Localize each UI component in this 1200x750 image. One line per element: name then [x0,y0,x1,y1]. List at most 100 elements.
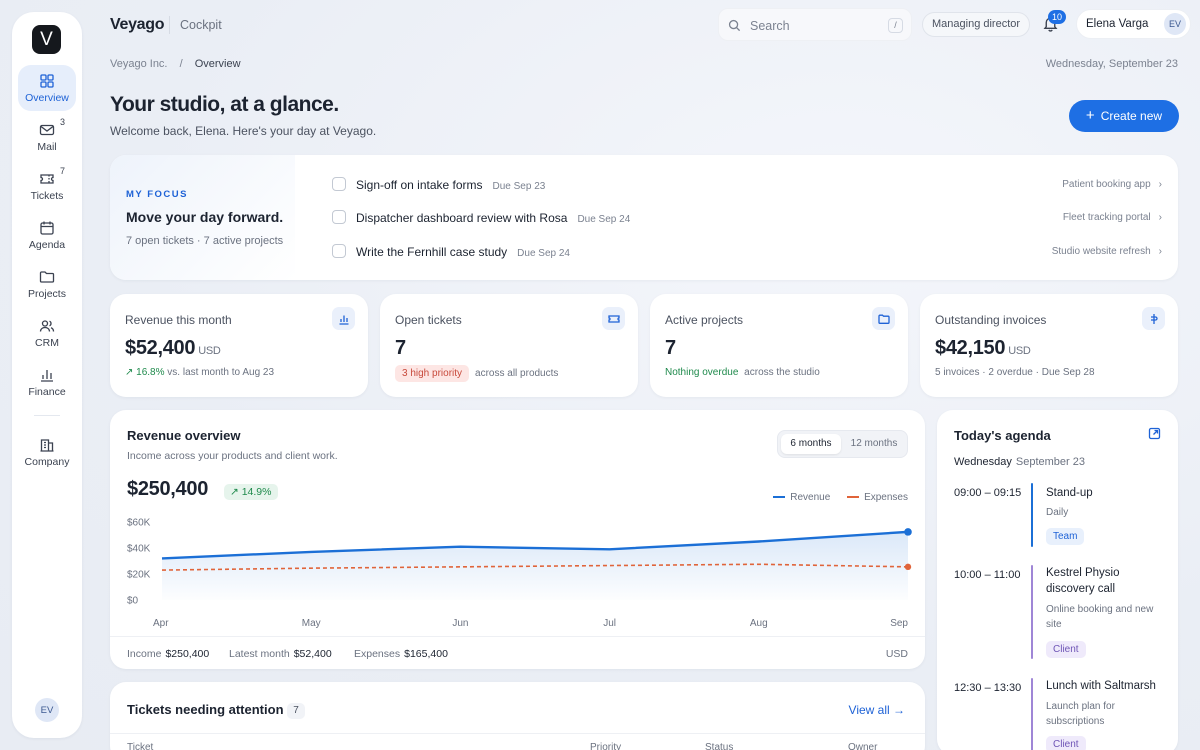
sidebar-item-label: Tickets [30,189,64,202]
task-project-link[interactable]: Fleet tracking portal › [1063,212,1162,223]
sidebar-item-tickets[interactable]: Tickets 7 [18,163,76,209]
legend-item-revenue: Revenue [773,492,830,503]
building-icon [40,438,54,452]
current-date: Wednesday, September 23 [1045,58,1178,70]
tickets-count-badge: 7 [60,166,66,176]
event-color-bar [1031,678,1033,750]
kpi-value: 7 [665,337,676,359]
money-icon [1142,307,1165,330]
focus-tag: MY FOCUS [126,189,188,200]
card-title: Revenue overview [127,428,241,443]
kpi-note: across all products [475,368,559,379]
summary-label: Latest month [229,648,290,660]
kpi-unit: USD [1008,345,1031,357]
role-switcher[interactable]: Managing director [922,12,1031,37]
task-project-link[interactable]: Patient booking app › [1062,179,1162,190]
revenue-total: $250,400 [127,478,209,500]
legend-item-expenses: Expenses [847,492,908,503]
summary-value: $165,400 [404,648,448,660]
event-description: Online booking and new site [1046,604,1154,630]
grid-icon [40,73,54,88]
column-header-owner[interactable]: Owner [848,742,877,750]
x-tick-label: Sep [890,618,908,629]
event-color-bar [1031,565,1033,659]
sidebar-item-crm[interactable]: CRM [18,310,76,356]
task-checkbox[interactable] [332,177,346,191]
search-input[interactable]: Search / [718,8,912,41]
kpi-label: Active projects [665,313,744,327]
revenue-end-point [904,528,912,536]
sidebar-item-agenda[interactable]: Agenda [18,212,76,258]
app-logo[interactable]: V [32,25,61,54]
calendar-icon [40,221,54,235]
summary-value: $250,400 [165,648,210,660]
event-name: Lunch with Saltmarsh [1046,680,1156,692]
task-checkbox[interactable] [332,244,346,258]
event-description: Launch plan for subscriptions [1046,701,1115,727]
users-icon [39,319,55,332]
task-title: Sign-off on intake forms [356,178,483,192]
task-due: Due Sep 24 [517,248,570,259]
user-name: Elena Varga [1086,18,1149,30]
revenue-summary: Income $250,400 Latest month $52,400 Expen… [110,636,925,669]
card-title: Tickets needing attention [127,702,284,717]
event-time: 12:30 – 13:30 [954,682,1022,694]
revenue-line-chart: $0 $20K $40K $60K Apr May Jun Jul Aug Sep [127,518,912,629]
kpi-value: 7 [395,337,406,359]
agenda-card: Today's agenda Wednesday September 23 09:… [937,410,1178,750]
kpi-card-open-tickets[interactable]: Open tickets 7 3 high priority across all… [380,294,638,397]
agenda-event[interactable]: 12:30 – 13:30 Lunch with Saltmarsh Launc… [954,678,1164,750]
column-header-priority[interactable]: Priority [590,742,621,750]
user-menu[interactable]: Elena Varga EV [1076,9,1191,39]
task-checkbox[interactable] [332,210,346,224]
range-6-months-button[interactable]: 6 months [781,434,841,454]
kpi-label: Open tickets [395,313,462,327]
view-all-link[interactable]: View all → [849,703,905,717]
kpi-label: Revenue this month [125,313,232,327]
task-title: Write the Fernhill case study [356,245,508,259]
section-name: Cockpit [180,18,222,32]
brand-name: Veyago [110,16,165,33]
y-tick-label: $20K [127,570,151,581]
search-placeholder: Search [750,19,790,33]
column-header-ticket[interactable]: Ticket [127,742,153,750]
sidebar-item-overview[interactable]: Overview [18,65,76,111]
sidebar-avatar[interactable]: EV [35,698,59,722]
chevron-right-icon: › [1158,179,1162,190]
sidebar-item-mail[interactable]: Mail 3 [18,114,76,160]
search-shortcut-key: / [888,18,903,33]
x-tick-label: Aug [750,618,768,629]
event-tag: Team [1046,528,1085,545]
kpi-card-outstanding-invoices[interactable]: Outstanding invoices $42,150 USD 5 invoic… [920,294,1178,397]
sidebar-item-finance[interactable]: Finance [18,359,76,405]
priority-badge: 3 high priority [395,365,470,382]
chevron-right-icon: › [1158,246,1162,257]
agenda-event[interactable]: 10:00 – 11:00 Kestrel Physio discovery c… [954,565,1164,661]
kpi-delta: ↗ 16.8% [125,367,165,378]
list-item[interactable]: Sign-off on intake forms Due Sep 23 Patie… [332,175,1162,195]
x-tick-label: May [302,618,321,629]
task-project-link[interactable]: Studio website refresh › [1052,246,1162,257]
chevron-right-icon: › [1158,212,1162,223]
column-header-status[interactable]: Status [705,742,733,750]
card-title: Today's agenda [954,428,1051,443]
list-item[interactable]: Dispatcher dashboard review with Rosa Due… [332,208,1162,228]
event-name: Stand-up [1046,487,1093,499]
create-new-button[interactable]: + Create new [1069,100,1179,132]
kpi-card-active-projects[interactable]: Active projects 7 Nothing overdue across… [650,294,908,397]
event-name: Kestrel Physio discovery call [1046,567,1120,595]
range-12-months-button[interactable]: 12 months [844,434,904,454]
focus-card: MY FOCUS Move your day forward. 7 open t… [110,155,1178,280]
breadcrumb-separator: / [179,58,183,70]
sidebar-item-company[interactable]: Company [18,429,76,475]
sidebar-item-projects[interactable]: Projects [18,261,76,307]
external-link-icon[interactable] [1148,427,1161,440]
bar-chart-icon [332,307,355,330]
ticket-icon [40,173,54,184]
divider [110,733,925,734]
kpi-card-revenue[interactable]: Revenue this month $52,400 USD ↗ 16.8% vs… [110,294,368,397]
list-item[interactable]: Write the Fernhill case study Due Sep 24 … [332,242,1162,262]
plus-icon: + [1085,107,1095,124]
agenda-event[interactable]: 09:00 – 09:15 Stand-up Daily Team [954,483,1164,549]
breadcrumb-root[interactable]: Veyago Inc. [110,58,168,70]
